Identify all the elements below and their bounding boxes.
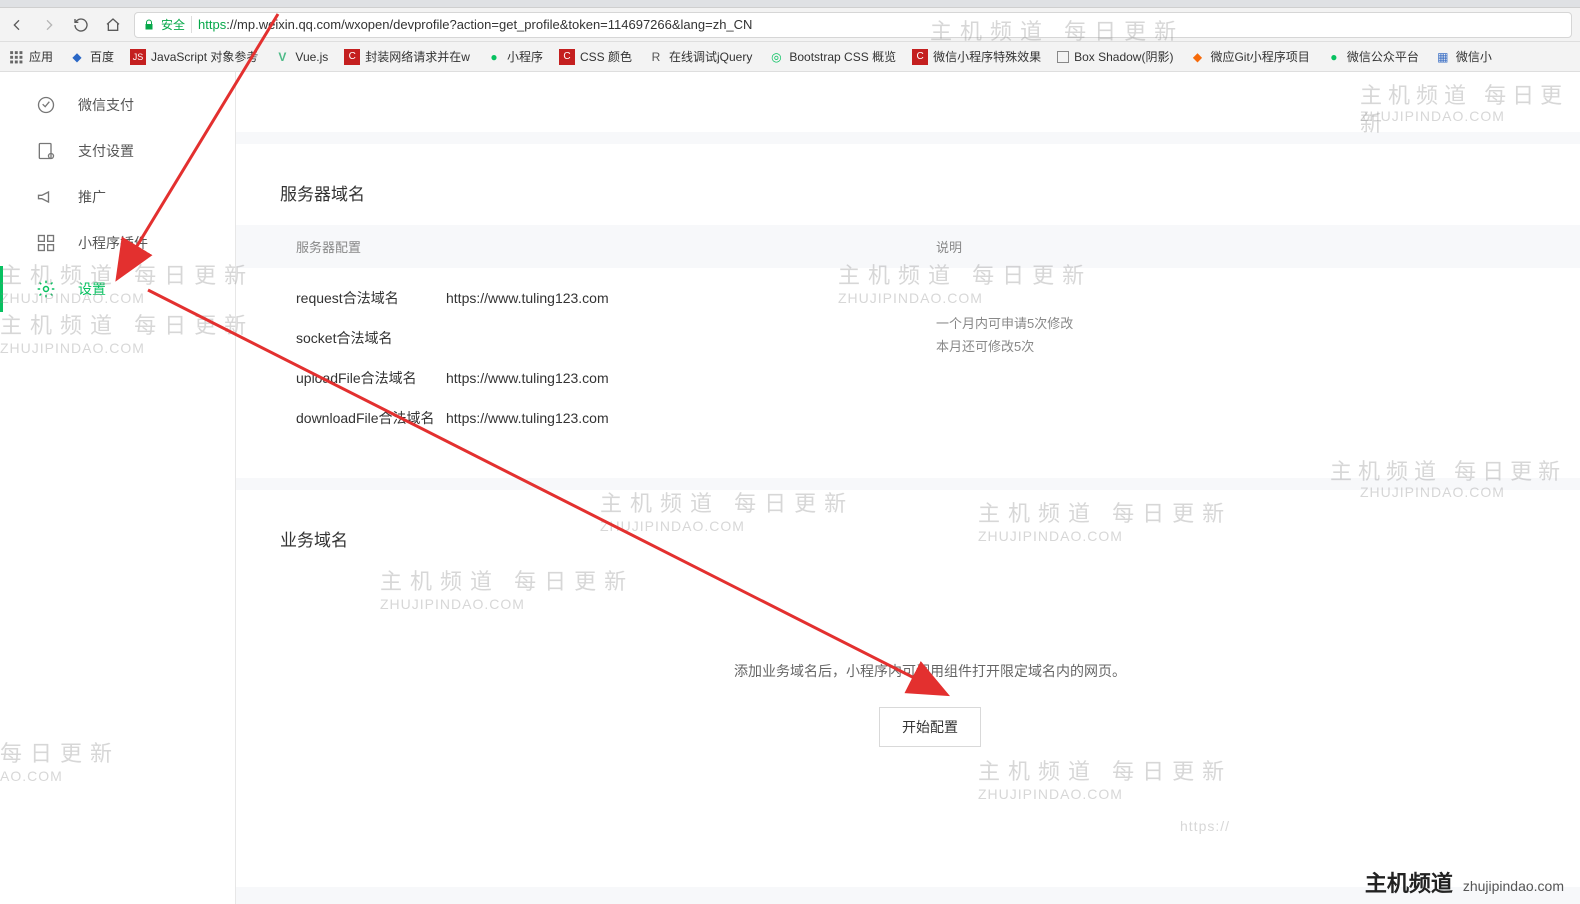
- apps-button[interactable]: 应用: [8, 48, 53, 65]
- row-label: downloadFile合法域名: [296, 408, 446, 428]
- pay-setting-icon: [36, 141, 56, 161]
- sidebar-item-promote[interactable]: 推广: [0, 174, 235, 220]
- plugin-icon: [36, 233, 56, 253]
- sidebar-item-label: 支付设置: [78, 141, 134, 161]
- biz-domain-section: 业务域名 添加业务域名后，小程序内可调用组件打开限定域名内的网页。 开始配置: [236, 490, 1580, 887]
- bookmark-item[interactable]: C 微信小程序特殊效果: [912, 48, 1041, 65]
- bookmark-item[interactable]: Box Shadow(阴影): [1057, 48, 1173, 65]
- apps-icon: [8, 49, 24, 65]
- row-label: socket合法域名: [296, 328, 446, 348]
- bookmark-label: 微信小程序特殊效果: [933, 48, 1041, 65]
- bookmark-icon: C: [912, 49, 928, 65]
- megaphone-icon: [36, 187, 56, 207]
- secure-label: 安全: [161, 16, 192, 33]
- bookmark-label: JavaScript 对象参考: [151, 48, 258, 65]
- main-content: 服务器域名 服务器配置 说明 request合法域名 https://www.t…: [236, 72, 1580, 904]
- server-domain-title: 服务器域名: [236, 144, 1580, 215]
- bookmark-item[interactable]: ▦ 微信小: [1435, 48, 1492, 65]
- footer-brand: 主机频道 zhujipindao.com: [1365, 866, 1564, 898]
- wallet-icon: [36, 95, 56, 115]
- row-value: https://www.tuling123.com: [446, 370, 609, 386]
- bookmark-icon: ◎: [768, 49, 784, 65]
- table-row: downloadFile合法域名 https://www.tuling123.c…: [296, 398, 936, 438]
- bookmark-icon: ◆: [69, 49, 85, 65]
- footer-brand-cn: 主机频道: [1365, 866, 1453, 898]
- bookmark-item[interactable]: ◆ 百度: [69, 48, 114, 65]
- bookmark-icon: [1057, 51, 1069, 63]
- domain-desc: 一个月内可申请5次修改 本月还可修改5次: [936, 312, 1196, 359]
- bookmark-item[interactable]: ● 小程序: [486, 48, 543, 65]
- browser-tab-strip: [0, 0, 1580, 8]
- bookmark-icon: ●: [1326, 49, 1342, 65]
- bookmark-icon: V: [274, 49, 290, 65]
- bookmark-icon: C: [559, 49, 575, 65]
- bookmark-icon: R: [648, 49, 664, 65]
- sidebar-item-label: 微信支付: [78, 95, 134, 115]
- table-row: uploadFile合法域名 https://www.tuling123.com: [296, 358, 936, 398]
- gear-icon: [36, 279, 56, 299]
- sidebar-item-label: 推广: [78, 187, 106, 207]
- biz-hint-text: 添加业务域名后，小程序内可调用组件打开限定域名内的网页。: [280, 661, 1580, 681]
- bookmark-icon: ●: [486, 49, 502, 65]
- lock-icon: [143, 19, 155, 31]
- bookmark-item[interactable]: V Vue.js: [274, 49, 328, 65]
- bookmark-item[interactable]: R 在线调试jQuery: [648, 48, 752, 65]
- bookmark-label: 微应Git小程序项目: [1210, 48, 1309, 65]
- server-table-header: 服务器配置 说明: [236, 225, 1580, 268]
- browser-address-bar: 安全 https://mp.weixin.qq.com/wxopen/devpr…: [0, 8, 1580, 42]
- bookmark-icon: ◆: [1189, 49, 1205, 65]
- biz-domain-title: 业务域名: [280, 490, 1580, 561]
- sidebar: 微信支付 支付设置 推广 小程序插件 设置: [0, 72, 236, 904]
- bookmark-label: Bootstrap CSS 概览: [789, 48, 896, 65]
- forward-button[interactable]: [40, 16, 58, 34]
- sidebar-item-label: 小程序插件: [78, 233, 148, 253]
- sidebar-item-wechat-pay[interactable]: 微信支付: [0, 82, 235, 128]
- row-label: uploadFile合法域名: [296, 368, 446, 388]
- bookmark-icon: JS: [130, 49, 146, 65]
- bookmark-item[interactable]: ◆ 微应Git小程序项目: [1189, 48, 1309, 65]
- bookmarks-bar: 应用 ◆ 百度 JS JavaScript 对象参考 V Vue.js C 封装网络请求…: [0, 42, 1580, 72]
- bookmark-label: 百度: [90, 48, 114, 65]
- bookmark-label: 在线调试jQuery: [669, 48, 752, 65]
- col-header-config: 服务器配置: [296, 237, 936, 256]
- row-value: https://www.tuling123.com: [446, 410, 609, 426]
- bookmark-label: 微信小: [1456, 48, 1492, 65]
- desc-line: 本月还可修改5次: [936, 335, 1196, 358]
- reload-button[interactable]: [72, 16, 90, 34]
- bookmark-label: Box Shadow(阴影): [1074, 48, 1173, 65]
- url-scheme: https: [198, 17, 226, 32]
- bookmark-label: 微信公众平台: [1347, 48, 1419, 65]
- apps-label: 应用: [29, 48, 53, 65]
- bookmark-item[interactable]: C CSS 颜色: [559, 48, 632, 65]
- bookmark-item[interactable]: C 封装网络请求并在w: [344, 48, 470, 65]
- table-row: socket合法域名: [296, 318, 936, 358]
- bookmark-icon: C: [344, 49, 360, 65]
- back-button[interactable]: [8, 16, 26, 34]
- bookmark-icon: ▦: [1435, 49, 1451, 65]
- sidebar-item-label: 设置: [78, 279, 106, 299]
- start-config-button[interactable]: 开始配置: [879, 707, 981, 747]
- col-header-desc: 说明: [936, 237, 1580, 256]
- bookmark-label: 小程序: [507, 48, 543, 65]
- desc-line: 一个月内可申请5次修改: [936, 312, 1196, 335]
- bookmark-label: Vue.js: [295, 50, 328, 64]
- bookmark-item[interactable]: ◎ Bootstrap CSS 概览: [768, 48, 896, 65]
- home-button[interactable]: [104, 16, 122, 34]
- sidebar-item-pay-setting[interactable]: 支付设置: [0, 128, 235, 174]
- sidebar-item-plugin[interactable]: 小程序插件: [0, 220, 235, 266]
- footer-brand-en: zhujipindao.com: [1463, 878, 1564, 894]
- server-domain-section: 服务器域名 服务器配置 说明 request合法域名 https://www.t…: [236, 144, 1580, 478]
- url-field[interactable]: 安全 https://mp.weixin.qq.com/wxopen/devpr…: [134, 12, 1572, 38]
- bookmark-item[interactable]: JS JavaScript 对象参考: [130, 48, 258, 65]
- row-value: https://www.tuling123.com: [446, 290, 609, 306]
- table-row: request合法域名 https://www.tuling123.com: [296, 278, 936, 318]
- bookmark-item[interactable]: ● 微信公众平台: [1326, 48, 1419, 65]
- bookmark-label: 封装网络请求并在w: [365, 48, 470, 65]
- row-label: request合法域名: [296, 288, 446, 308]
- sidebar-item-settings[interactable]: 设置: [0, 266, 235, 312]
- url-rest: ://mp.weixin.qq.com/wxopen/devprofile?ac…: [226, 17, 752, 32]
- bookmark-label: CSS 颜色: [580, 48, 632, 65]
